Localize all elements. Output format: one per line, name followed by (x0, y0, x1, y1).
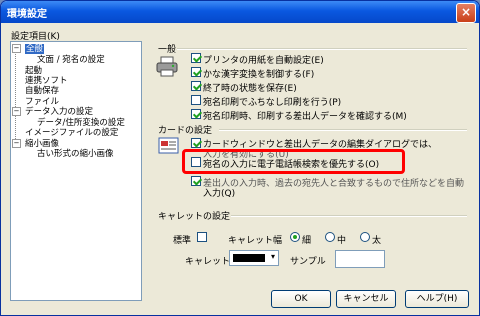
borderless-print-label: 宛名印刷でふちなし印刷を行う(P) (203, 98, 342, 108)
standard-checkbox[interactable] (197, 232, 207, 242)
width-medium-label: 中 (337, 236, 347, 246)
close-button[interactable]: × (456, 3, 476, 23)
tree-item-data-input[interactable]: データ入力の設定 (25, 107, 93, 117)
general-heading: 一般 (158, 45, 177, 55)
width-thick-label: 太 (372, 236, 382, 246)
confirm-sender-label: 宛名印刷時、印刷する差出人データを確認する(M) (203, 112, 407, 122)
collapse-icon[interactable]: − (12, 139, 21, 148)
caret-color-dropdown[interactable]: ▾ (229, 250, 279, 266)
caret-width-label: キャレット幅 (228, 236, 283, 246)
width-medium-radio[interactable] (325, 232, 335, 242)
tree-item-startup[interactable]: 起動 (25, 66, 42, 76)
tree-connector (15, 47, 16, 147)
auto-paper-checkbox[interactable] (191, 53, 201, 63)
auto-paper-label: プリンタの用紙を自動設定(E) (203, 56, 324, 66)
highlight-box (182, 149, 405, 174)
kana-conversion-checkbox[interactable] (191, 67, 201, 77)
tree-item-general[interactable]: 全般 (25, 44, 45, 54)
caret-heading: キャレットの設定 (158, 212, 231, 222)
tree-item-image-file[interactable]: イメージファイルの設定 (25, 128, 118, 138)
width-thin-radio[interactable] (290, 232, 300, 242)
card-icon (158, 137, 179, 154)
autofill-address-label: 差出人の入力時、過去の宛先人と合致するもので住所などを自動 (203, 179, 465, 189)
window-title: 環境設定 (7, 9, 47, 20)
sample-label: サンプル (290, 257, 326, 267)
confirm-sender-checkbox[interactable] (191, 109, 201, 119)
tree-item-autosave[interactable]: 自動保存 (25, 86, 59, 96)
card-heading: カードの設定 (158, 126, 213, 136)
borderless-print-checkbox[interactable] (191, 95, 201, 105)
ok-button[interactable]: OK (271, 290, 331, 308)
width-thick-radio[interactable] (360, 232, 370, 242)
general-divider (177, 48, 467, 50)
collapse-icon[interactable]: − (12, 44, 21, 53)
dropdown-arrow-icon: ▾ (270, 252, 275, 261)
autofill-address-checkbox[interactable] (191, 176, 201, 186)
tree-item-old-thumbnail[interactable]: 古い形式の縮小画像 (37, 149, 114, 159)
tree-item-address-conversion[interactable]: データ/住所変換の設定 (37, 118, 125, 128)
tree-item-file[interactable]: ファイル (25, 97, 59, 107)
autofill-address-label-cont: 入力(Q) (203, 189, 236, 199)
sample-box (335, 250, 385, 268)
kana-conversion-label: かな漢字変換を制御する(F) (203, 70, 315, 80)
help-button[interactable]: ヘルプ(H) (405, 290, 469, 308)
standard-label: 標準 (173, 236, 192, 246)
tree-item-linked-software[interactable]: 連携ソフト (25, 76, 68, 86)
tree-item-layout[interactable]: 文面 / 宛名の設定 (37, 55, 105, 65)
collapse-icon[interactable]: − (12, 107, 21, 116)
save-state-checkbox[interactable] (191, 81, 201, 91)
color-swatch (233, 254, 265, 262)
width-thin-label: 細 (302, 236, 312, 246)
tree-item-thumbnail[interactable]: 縮小画像 (25, 139, 59, 149)
settings-dialog: 環境設定 × 設定項目(K) − − − 全般 文面 / 宛名の設定 起動 連携… (0, 0, 480, 316)
printer-icon (156, 56, 178, 77)
settings-tree[interactable]: − − − 全般 文面 / 宛名の設定 起動 連携ソフト 自動保存 ファイル デ… (10, 41, 142, 301)
cancel-button[interactable]: キャンセル (336, 290, 396, 308)
caret-divider (231, 215, 467, 217)
card-edit-checkbox[interactable] (191, 138, 201, 148)
title-bar[interactable]: 環境設定 × (1, 1, 479, 23)
save-state-label: 終了時の状態を保存(E) (203, 84, 297, 94)
card-divider (219, 129, 467, 131)
